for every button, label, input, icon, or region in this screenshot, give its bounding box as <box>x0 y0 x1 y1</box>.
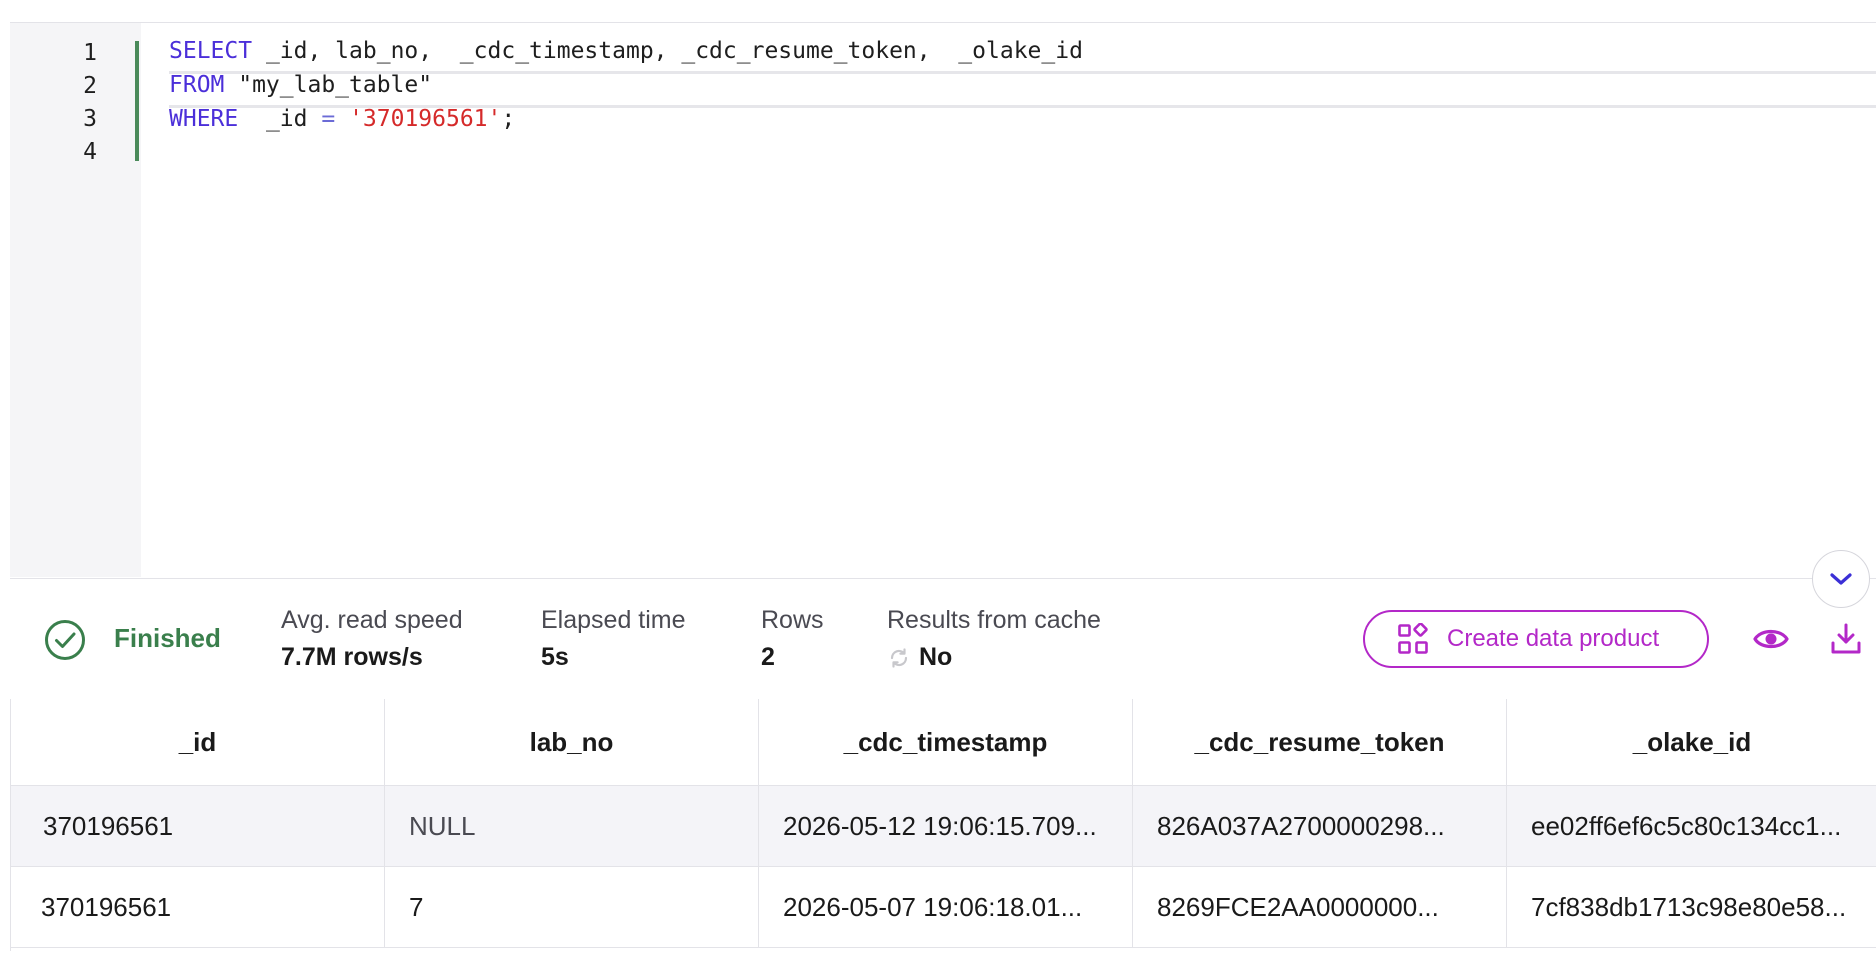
table-cell: 370196561 <box>11 867 385 947</box>
table-row[interactable]: 370196561 NULL 2026-05-12 19:06:15.709..… <box>11 786 1876 867</box>
code-text: _id, lab_no, _cdc_timestamp, _cdc_resume… <box>252 38 1083 64</box>
code-text: _id <box>238 106 322 132</box>
sql-editor[interactable]: 1 2 3 4 SELECT _id, lab_no, _cdc_timesta… <box>10 22 1876 577</box>
data-product-icon <box>1398 623 1428 654</box>
eye-icon <box>1753 629 1789 649</box>
query-workspace: 1 2 3 4 SELECT _id, lab_no, _cdc_timesta… <box>0 0 1876 964</box>
refresh-icon <box>890 648 908 668</box>
line-number-gutter: 1 2 3 4 <box>10 23 141 577</box>
preview-button[interactable] <box>1750 619 1792 659</box>
metric-read-speed: Avg. read speed 7.7M rows/s <box>281 603 463 677</box>
column-header-cdc-resume-token[interactable]: _cdc_resume_token <box>1133 699 1507 785</box>
query-status-text: Finished <box>114 623 221 653</box>
column-header-id[interactable]: _id <box>11 699 385 785</box>
table-cell: 370196561 <box>11 786 385 866</box>
metric-results-from-cache: Results from cache No <box>887 603 1101 677</box>
column-header-cdc-timestamp[interactable]: _cdc_timestamp <box>759 699 1133 785</box>
line-number: 4 <box>83 139 97 165</box>
table-header: _id lab_no _cdc_timestamp _cdc_resume_to… <box>11 699 1876 786</box>
sql-keyword: WHERE <box>169 106 239 132</box>
collapse-editor-button[interactable] <box>1812 550 1870 608</box>
download-icon <box>1831 623 1861 654</box>
metric-label: Results from cache <box>887 606 1101 634</box>
metric-value: 2 <box>761 643 775 671</box>
column-header-lab-no[interactable]: lab_no <box>385 699 759 785</box>
sql-operator: = <box>321 106 336 132</box>
table-cell: 7 <box>385 867 759 947</box>
code-text: ; <box>501 106 516 132</box>
table-cell: 7cf838db1713c98e80e58... <box>1531 892 1847 922</box>
sql-keyword: FROM <box>169 72 225 98</box>
code-line-4[interactable] <box>169 133 1876 173</box>
metric-value: No <box>919 643 953 671</box>
chevron-down-icon <box>1830 573 1852 585</box>
create-data-product-button[interactable]: Create data product <box>1363 610 1709 668</box>
metric-rows: Rows 2 <box>761 603 824 677</box>
table-row[interactable]: 370196561 7 2026-05-07 19:06:18.01... 82… <box>11 867 1876 948</box>
results-table: _id lab_no _cdc_timestamp _cdc_resume_to… <box>10 699 1876 951</box>
table-cell: 826A037A2700000298... <box>1133 786 1507 866</box>
create-data-product-label: Create data product <box>1447 625 1660 652</box>
modified-lines-marker <box>135 41 139 161</box>
sql-keyword: SELECT <box>169 38 253 64</box>
sql-string: '370196561' <box>349 106 502 132</box>
metric-label: Elapsed time <box>541 606 686 634</box>
table-cell: NULL <box>385 786 759 866</box>
metric-value-row: No <box>887 637 1101 677</box>
metric-label: Rows <box>761 606 824 634</box>
metric-value: 5s <box>541 643 569 671</box>
column-header-olake-id[interactable]: _olake_id <box>1507 699 1876 785</box>
metric-elapsed-time: Elapsed time 5s <box>541 603 686 677</box>
code-text: "my_lab_table" <box>224 72 433 98</box>
table-cell: ee02ff6ef6c5c80c134cc1... <box>1531 811 1842 841</box>
table-cell: 2026-05-12 19:06:15.709... <box>759 786 1133 866</box>
table-cell: 2026-05-07 19:06:18.01... <box>759 867 1133 947</box>
check-circle-icon <box>45 620 85 660</box>
query-status-bar: Finished Avg. read speed 7.7M rows/s Ela… <box>10 578 1876 700</box>
metric-value: 7.7M rows/s <box>281 643 423 671</box>
download-button[interactable] <box>1826 617 1866 661</box>
metric-label: Avg. read speed <box>281 606 463 634</box>
table-cell: 8269FCE2AA0000000... <box>1133 867 1507 947</box>
